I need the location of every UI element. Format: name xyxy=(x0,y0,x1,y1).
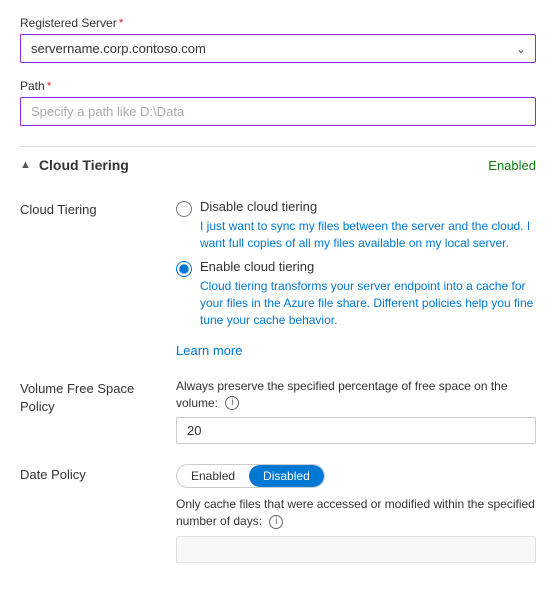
enable-tiering-option: Enable cloud tiering Cloud tiering trans… xyxy=(176,259,536,328)
disable-tiering-radio[interactable] xyxy=(176,201,192,217)
registered-server-select[interactable]: servername.corp.contoso.com xyxy=(20,34,536,63)
date-policy-label: Date Policy xyxy=(20,464,160,563)
registered-server-required: * xyxy=(119,16,124,30)
path-input[interactable] xyxy=(20,97,536,126)
enable-tiering-radio[interactable] xyxy=(176,261,192,277)
path-required: * xyxy=(47,79,52,93)
date-policy-enabled-option[interactable]: Enabled xyxy=(177,465,249,487)
volume-free-space-label: Volume Free Space Policy xyxy=(20,378,160,445)
date-policy-row: Date Policy Enabled Disabled Only cache … xyxy=(20,464,536,563)
disable-tiering-label[interactable]: Disable cloud tiering xyxy=(200,199,317,214)
cloud-tiering-row: Cloud Tiering Disable cloud tiering I ju… xyxy=(20,199,536,358)
registered-server-select-wrapper: servername.corp.contoso.com ⌄ xyxy=(20,34,536,63)
date-policy-disabled-option[interactable]: Disabled xyxy=(249,465,324,487)
volume-free-space-info: Always preserve the specified percentage… xyxy=(176,378,536,412)
disable-tiering-description: I just want to sync my files between the… xyxy=(200,218,536,252)
info-icon[interactable]: i xyxy=(225,396,239,410)
date-policy-input[interactable] xyxy=(176,536,536,563)
volume-free-space-input[interactable] xyxy=(176,417,536,444)
enable-tiering-description: Cloud tiering transforms your server end… xyxy=(200,278,536,328)
cloud-tiering-header-left: ▲ Cloud Tiering xyxy=(20,157,129,173)
cloud-tiering-header[interactable]: ▲ Cloud Tiering Enabled xyxy=(20,146,536,183)
registered-server-label: Registered Server* xyxy=(20,16,536,30)
date-policy-info: Only cache files that were accessed or m… xyxy=(176,496,536,530)
volume-free-space-content: Always preserve the specified percentage… xyxy=(176,378,536,445)
date-policy-info-icon[interactable]: i xyxy=(269,515,283,529)
date-policy-toggle: Enabled Disabled xyxy=(176,464,325,488)
learn-more-link[interactable]: Learn more xyxy=(176,343,242,358)
disable-tiering-content: Disable cloud tiering I just want to syn… xyxy=(200,199,536,251)
disable-tiering-option: Disable cloud tiering I just want to syn… xyxy=(176,199,536,251)
cloud-tiering-field-label: Cloud Tiering xyxy=(20,199,160,358)
enable-tiering-content: Enable cloud tiering Cloud tiering trans… xyxy=(200,259,536,328)
cloud-tiering-options: Disable cloud tiering I just want to syn… xyxy=(176,199,536,358)
enable-tiering-label[interactable]: Enable cloud tiering xyxy=(200,259,314,274)
path-section: Path* xyxy=(20,79,536,146)
cloud-tiering-status: Enabled xyxy=(488,158,536,173)
path-label: Path* xyxy=(20,79,536,93)
cloud-tiering-title: Cloud Tiering xyxy=(39,157,129,173)
date-policy-content: Enabled Disabled Only cache files that w… xyxy=(176,464,536,563)
registered-server-section: Registered Server* servername.corp.conto… xyxy=(20,16,536,63)
collapse-icon: ▲ xyxy=(20,159,31,171)
volume-free-space-row: Volume Free Space Policy Always preserve… xyxy=(20,378,536,445)
